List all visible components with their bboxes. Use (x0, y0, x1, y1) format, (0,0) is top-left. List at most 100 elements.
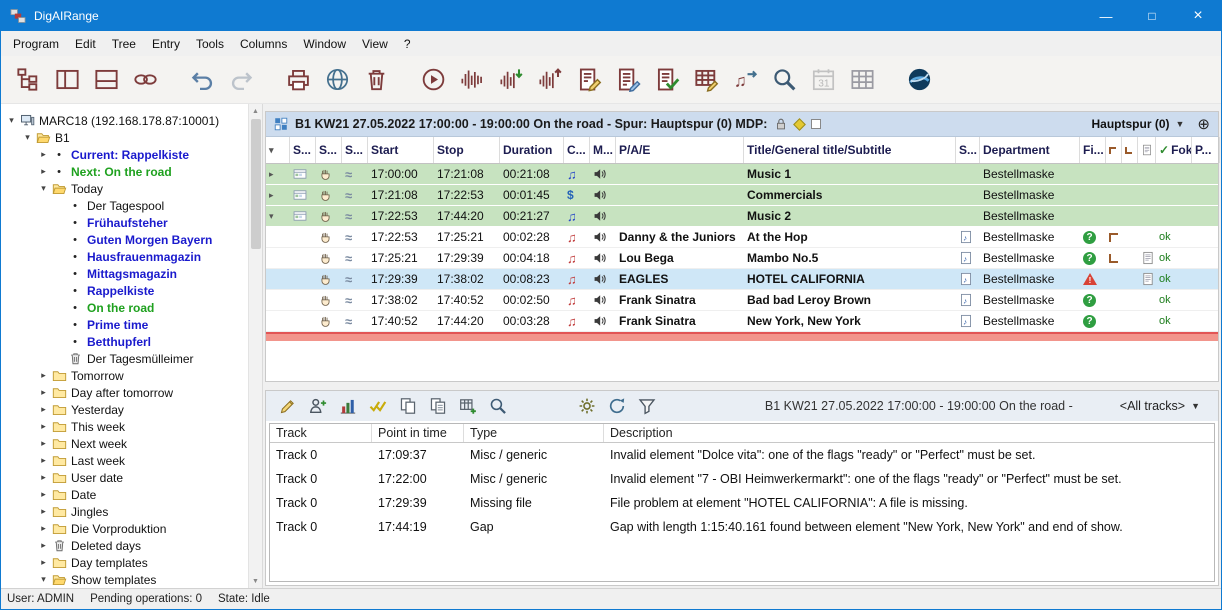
expand-arrow-icon[interactable]: ▾ (37, 574, 50, 585)
tree-item-this-week[interactable]: ▸This week (1, 418, 262, 435)
expand-arrow-icon[interactable]: ▾ (5, 115, 18, 126)
tree-structure-button[interactable] (11, 62, 45, 98)
scroll-thumb[interactable] (251, 119, 261, 249)
add-track-button[interactable]: ⊕ (1197, 115, 1210, 133)
expand-arrow-icon[interactable]: ▾ (21, 132, 34, 143)
tree-item-jingles[interactable]: ▸Jingles (1, 503, 262, 520)
tree-item-der-tagespool[interactable]: •Der Tagespool (1, 197, 262, 214)
tree-item-rappelkiste[interactable]: •Rappelkiste (1, 282, 262, 299)
expand-arrow-icon[interactable]: ▸ (37, 421, 50, 432)
tree-item-fr-haufsteher[interactable]: •Frühaufsteher (1, 214, 262, 231)
menu-tools[interactable]: Tools (188, 33, 232, 55)
tree-item-prime-time[interactable]: •Prime time (1, 316, 262, 333)
message-row[interactable]: Track 017:22:00Misc / genericInvalid ele… (270, 467, 1214, 491)
tree-item-der-tagesm-lleimer[interactable]: Der Tagesmülleimer (1, 350, 262, 367)
grid-row[interactable]: ▸≈17:21:0817:22:5300:01:45$CommercialsBe… (266, 185, 1218, 206)
column-header-n3[interactable] (1138, 137, 1156, 163)
tree-item-current-rappelkiste[interactable]: ▸•Current: Rappelkiste (1, 146, 262, 163)
tree-item-today[interactable]: ▾Today (1, 180, 262, 197)
menu-columns[interactable]: Columns (232, 33, 295, 55)
scroll-down-icon[interactable]: ▼ (252, 574, 259, 588)
column-header-expand[interactable]: ▾ (266, 137, 290, 163)
refresh-button[interactable] (603, 394, 630, 418)
table-edit-button[interactable] (689, 62, 723, 98)
column-header-c[interactable]: C... (564, 137, 590, 163)
double-check-button[interactable] (364, 394, 391, 418)
tree-item-day-templates[interactable]: ▸Day templates (1, 554, 262, 571)
copy-button[interactable] (394, 394, 421, 418)
column-header-s3[interactable]: S... (342, 137, 368, 163)
messages-column-track[interactable]: Track (270, 424, 372, 442)
tree-item-deleted-days[interactable]: ▸Deleted days (1, 537, 262, 554)
redo-button[interactable] (224, 62, 258, 98)
column-header-n2[interactable] (1122, 137, 1138, 163)
doc-edit-alt-button[interactable] (611, 62, 645, 98)
expand-arrow-icon[interactable]: ▸ (37, 506, 50, 517)
tree-item-next-week[interactable]: ▸Next week (1, 435, 262, 452)
menu-program[interactable]: Program (5, 33, 67, 55)
message-row[interactable]: Track 017:09:37Misc / genericInvalid ele… (270, 443, 1214, 467)
menu-entry[interactable]: Entry (144, 33, 188, 55)
grid-row[interactable]: ≈17:25:2117:29:3900:04:18♫Lou BegaMambo … (266, 248, 1218, 269)
tree-item-on-the-road[interactable]: •On the road (1, 299, 262, 316)
grid-table-button[interactable] (845, 62, 879, 98)
globe-button[interactable] (320, 62, 354, 98)
sync-globe-button[interactable] (902, 62, 936, 98)
expand-arrow-icon[interactable]: ▾ (37, 183, 50, 194)
expand-arrow-icon[interactable]: ▸ (37, 523, 50, 534)
expand-arrow-icon[interactable]: ▸ (37, 455, 50, 466)
tree-item-last-week[interactable]: ▸Last week (1, 452, 262, 469)
lock-icon[interactable] (774, 117, 788, 131)
expand-arrow-icon[interactable]: ▸ (37, 472, 50, 483)
message-row[interactable]: Track 017:44:19GapGap with length 1:15:4… (270, 515, 1214, 539)
music-swap-button[interactable]: ♫ (728, 62, 762, 98)
calendar-31-button[interactable]: 31 (806, 62, 840, 98)
close-button[interactable]: × (1175, 1, 1221, 31)
search-small-button[interactable] (484, 394, 511, 418)
message-row[interactable]: Track 017:29:39Missing fileFile problem … (270, 491, 1214, 515)
grid-row[interactable]: ≈17:22:5317:25:2100:02:28♫Danny & the Ju… (266, 227, 1218, 248)
gear-button[interactable] (573, 394, 600, 418)
column-header-duration[interactable]: Duration (500, 137, 564, 163)
messages-column-type[interactable]: Type (464, 424, 604, 442)
expand-arrow-icon[interactable]: ▸ (37, 387, 50, 398)
column-header-stop[interactable]: Stop (434, 137, 500, 163)
tree-item-day-after-tomorrow[interactable]: ▸Day after tomorrow (1, 384, 262, 401)
column-header-s2[interactable]: S... (316, 137, 342, 163)
doc-check-button[interactable] (650, 62, 684, 98)
menu-view[interactable]: View (354, 33, 396, 55)
expand-arrow-icon[interactable]: ▸ (37, 404, 50, 415)
maximize-button[interactable]: □ (1129, 1, 1175, 31)
column-header-n1[interactable] (1106, 137, 1122, 163)
square-indicator[interactable] (811, 119, 821, 129)
person-add-button[interactable] (304, 394, 331, 418)
column-header-fi[interactable]: Fi... (1080, 137, 1106, 163)
undo-button[interactable] (185, 62, 219, 98)
tree-item-next-on-the-road[interactable]: ▸•Next: On the road (1, 163, 262, 180)
tree-item-betthupferl[interactable]: •Betthupferl (1, 333, 262, 350)
table-add-button[interactable] (454, 394, 481, 418)
paste-button[interactable] (424, 394, 451, 418)
expand-arrow-icon[interactable]: ▸ (37, 149, 50, 160)
pencil-button[interactable] (274, 394, 301, 418)
column-header-title[interactable]: Title/General title/Subtitle (744, 137, 956, 163)
tree-item-show-templates[interactable]: ▾Show templates (1, 571, 262, 588)
tree-scrollbar[interactable]: ▲ ▼ (248, 104, 262, 588)
column-header-s4[interactable]: S... (956, 137, 980, 163)
column-header-start[interactable]: Start (368, 137, 434, 163)
tree-item-yesterday[interactable]: ▸Yesterday (1, 401, 262, 418)
filter-button[interactable] (633, 394, 660, 418)
menu-tree[interactable]: Tree (104, 33, 144, 55)
tree-item-die-vorproduktion[interactable]: ▸Die Vorproduktion (1, 520, 262, 537)
messages-column-point-in-time[interactable]: Point in time (372, 424, 464, 442)
waveform-button[interactable] (455, 62, 489, 98)
tree-item-user-date[interactable]: ▸User date (1, 469, 262, 486)
menu-x[interactable]: ? (396, 33, 419, 55)
tree-item-hausfrauenmagazin[interactable]: •Hausfrauenmagazin (1, 248, 262, 265)
expand-arrow-icon[interactable]: ▸ (37, 557, 50, 568)
column-header-s1[interactable]: S... (290, 137, 316, 163)
layout-columns-button[interactable] (50, 62, 84, 98)
waveform-in-button[interactable] (494, 62, 528, 98)
column-header-department[interactable]: Department (980, 137, 1080, 163)
row-expand-icon[interactable]: ▸ (269, 190, 274, 201)
